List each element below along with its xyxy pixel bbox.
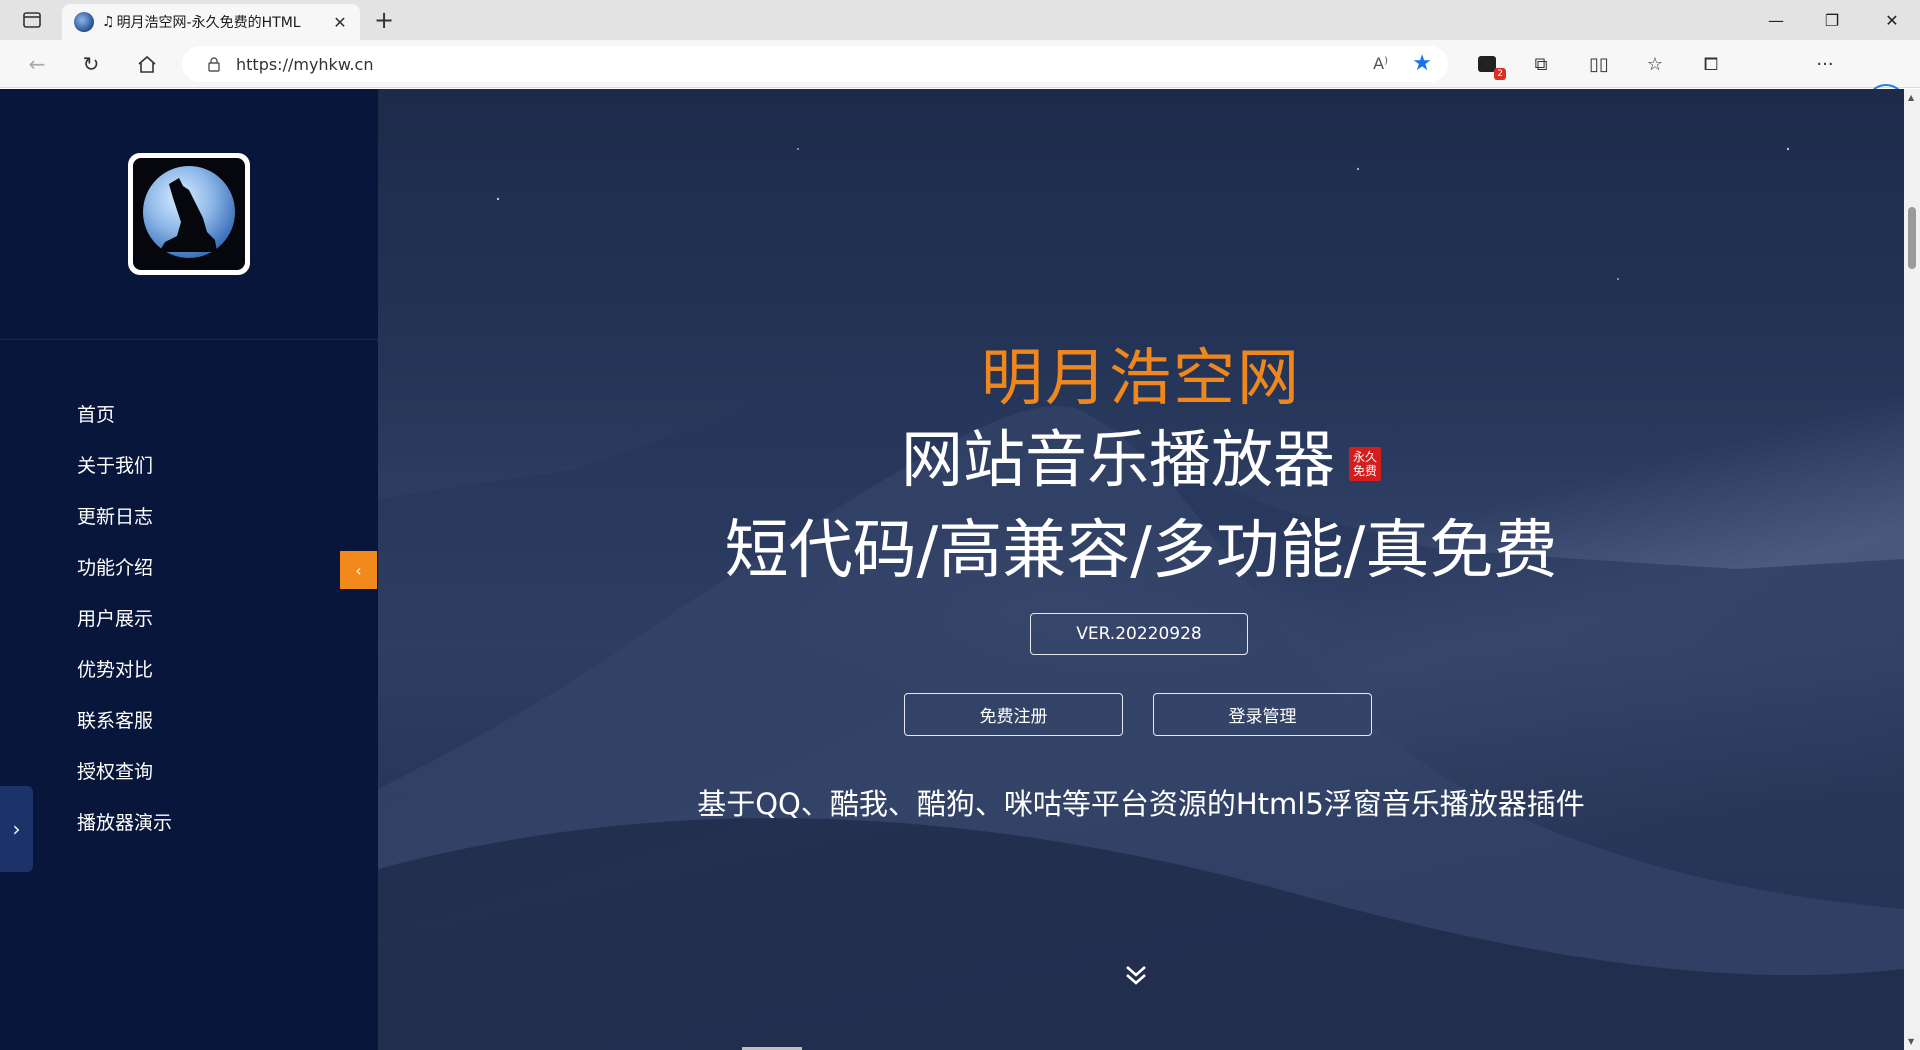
extension-badge: 2 (1494, 68, 1506, 80)
version-badge: VER.20220928 (1030, 613, 1248, 655)
extension-app-icon[interactable]: 2 (1474, 52, 1506, 80)
browser-tab[interactable]: ♫ 明月浩空网-永久免费的HTML ✕ (62, 4, 360, 40)
expand-panel-button[interactable]: › (0, 786, 33, 872)
tab-title: 明月浩空网-永久免费的HTML (116, 15, 301, 31)
minimize-icon[interactable]: — (1748, 0, 1804, 40)
free-forever-badge: 永久 免费 (1349, 446, 1381, 481)
sidebar: 首页 关于我们 更新日志 功能介绍 用户展示 优势对比 联系客服 授权查询 播放… (0, 89, 378, 1050)
url-text: https://myhkw.cn (236, 54, 374, 74)
free-badge-line2: 免费 (1352, 463, 1377, 478)
nav-item-comparison[interactable]: 优势对比 (77, 656, 172, 707)
vertical-scrollbar[interactable]: ▲ ▼ (1904, 89, 1920, 1050)
login-button[interactable]: 登录管理 (1153, 693, 1372, 736)
music-note-icon: ♫ (102, 14, 115, 30)
lock-icon[interactable] (206, 56, 222, 72)
favorite-star-icon[interactable]: ★ (1412, 51, 1432, 76)
nav-item-showcase[interactable]: 用户展示 (77, 605, 172, 656)
split-screen-icon[interactable]: ▯▯ (1586, 52, 1612, 76)
more-menu-icon[interactable]: ··· (1812, 52, 1838, 76)
hero-tagline: 短代码/高兼容/多功能/真免费 (724, 514, 1558, 588)
scrollbar-thumb[interactable] (1908, 207, 1916, 269)
nav-item-player-demo[interactable]: 播放器演示 (77, 809, 172, 860)
page-viewport: 首页 关于我们 更新日志 功能介绍 用户展示 优势对比 联系客服 授权查询 播放… (0, 89, 1904, 1050)
collections-icon[interactable]: ⧠ (1698, 52, 1724, 76)
site-favicon-icon (74, 12, 94, 32)
tab-actions-icon[interactable] (18, 8, 46, 32)
close-window-icon[interactable]: ✕ (1864, 0, 1920, 40)
restore-icon[interactable]: ❐ (1804, 0, 1860, 40)
scroll-up-arrow-icon[interactable]: ▲ (1908, 93, 1914, 102)
hero-description: 基于QQ、酷我、酷狗、咪咕等平台资源的Html5浮窗音乐播放器插件 (697, 787, 1585, 821)
sidebar-divider (0, 339, 378, 340)
sidebar-nav: 首页 关于我们 更新日志 功能介绍 用户展示 优势对比 联系客服 授权查询 播放… (77, 401, 172, 860)
brand-title: 明月浩空网 (980, 341, 1301, 414)
scroll-down-chevron-icon[interactable] (1122, 961, 1150, 989)
close-tab-icon[interactable]: ✕ (330, 12, 350, 32)
hero-section: 明月浩空网 网站音乐播放器 永久 免费 短代码/高兼容/多功能/真免费 VER.20… (378, 89, 1904, 1050)
tab-bar: ♫ 明月浩空网-永久免费的HTML ✕ + — ❐ ✕ (0, 0, 1920, 40)
free-badge-line1: 永久 (1352, 449, 1377, 464)
refresh-icon[interactable]: ↻ (76, 50, 106, 78)
nav-item-features[interactable]: 功能介绍 (77, 554, 172, 605)
hero-subtitle-player: 网站音乐播放器 永久 免费 (378, 409, 1904, 499)
hero-subtitle-text: 网站音乐播放器 (900, 423, 1335, 496)
address-bar: ← ↻ https://myhkw.cn A⁾ ★ 2 ⧉ ▯▯ ☆ ⧠ ···… (0, 40, 1920, 124)
nav-item-license-check[interactable]: 授权查询 (77, 758, 172, 809)
nav-item-changelog[interactable]: 更新日志 (77, 503, 172, 554)
new-tab-button[interactable]: + (370, 8, 398, 32)
favorites-icon[interactable]: ☆ (1642, 52, 1668, 76)
register-button[interactable]: 免费注册 (904, 693, 1123, 736)
home-icon[interactable] (132, 50, 162, 78)
nav-item-about[interactable]: 关于我们 (77, 452, 172, 503)
url-field[interactable]: https://myhkw.cn A⁾ ★ (182, 46, 1448, 82)
back-arrow-icon[interactable]: ← (22, 50, 52, 78)
site-logo[interactable] (128, 153, 250, 275)
nav-item-home[interactable]: 首页 (77, 401, 172, 452)
collapse-sidebar-button[interactable]: ‹ (340, 551, 377, 589)
scroll-down-arrow-icon[interactable]: ▼ (1908, 1037, 1914, 1046)
extensions-puzzle-icon[interactable]: ⧉ (1528, 52, 1554, 76)
howling-wolf-icon (159, 178, 217, 252)
nav-item-support[interactable]: 联系客服 (77, 707, 172, 758)
read-aloud-icon[interactable]: A⁾ (1373, 54, 1388, 73)
